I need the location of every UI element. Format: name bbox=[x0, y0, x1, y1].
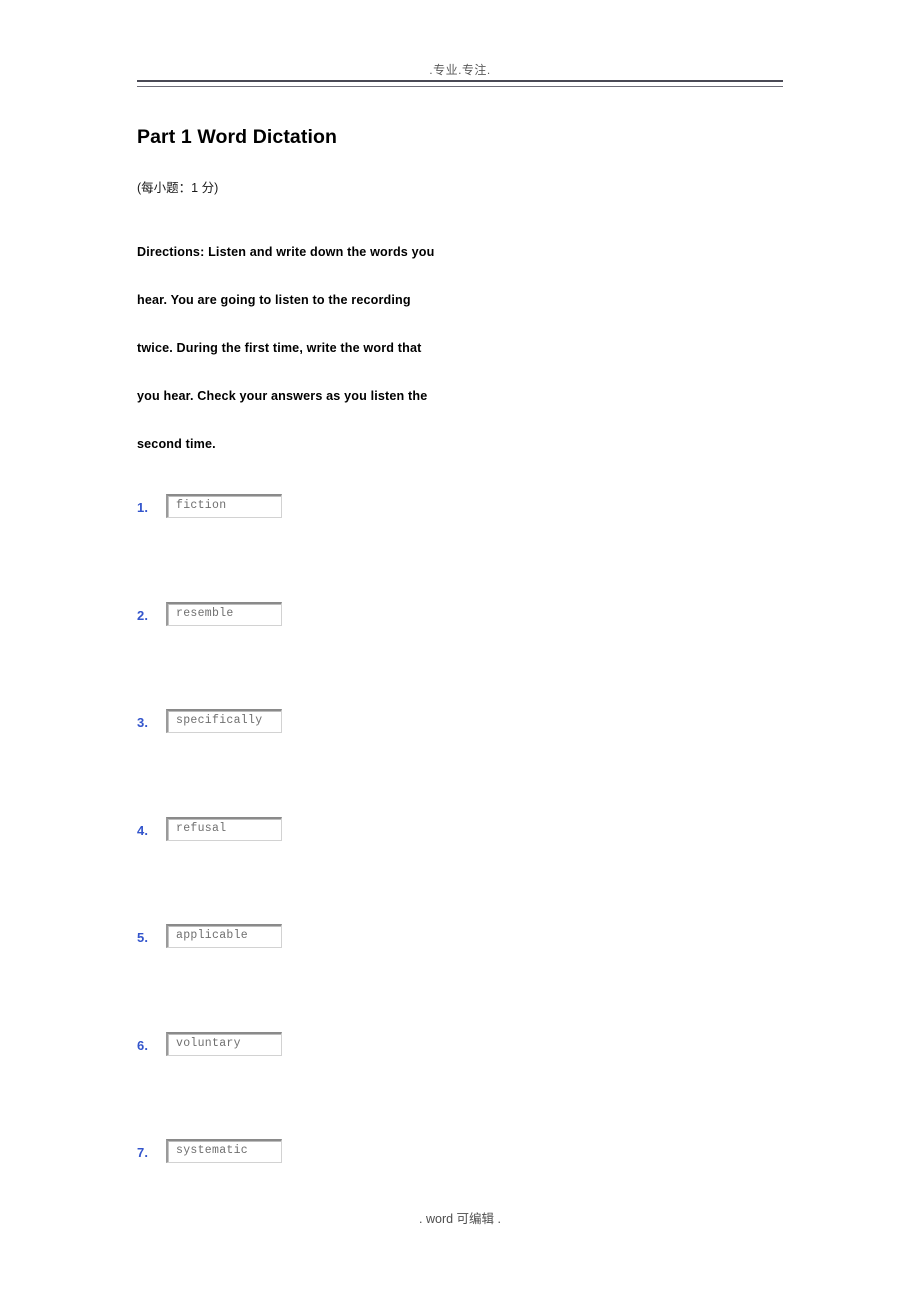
answer-input-value: applicable bbox=[176, 929, 249, 942]
answer-input-value: specifically bbox=[176, 714, 263, 727]
answer-input-6[interactable]: voluntary bbox=[166, 1031, 282, 1056]
header-watermark-text: .专业.专注. bbox=[429, 63, 491, 77]
directions-line: second time. bbox=[137, 437, 216, 451]
answer-input-value: fiction bbox=[176, 499, 227, 512]
question-list: 1. fiction 2. resemble 3. specifically 4… bbox=[137, 494, 637, 1247]
question-item-1: 1. fiction bbox=[137, 494, 637, 602]
question-item-4: 4. refusal bbox=[137, 816, 637, 925]
question-number: 4. bbox=[137, 822, 149, 838]
question-item-7: 7. systematic bbox=[137, 1139, 637, 1247]
answer-input-value: refusal bbox=[176, 821, 227, 835]
answer-input-1[interactable]: fiction bbox=[166, 494, 282, 518]
document-footer: . word 可编辑 . bbox=[419, 1212, 501, 1226]
directions-line: hear. You are going to listen to the rec… bbox=[137, 293, 411, 307]
header-divider-rule bbox=[137, 80, 783, 87]
question-number: 5. bbox=[137, 930, 149, 945]
question-number: 3. bbox=[137, 715, 149, 730]
question-number: 6. bbox=[137, 1037, 149, 1053]
page-title: Part 1 Word Dictation bbox=[137, 126, 338, 148]
directions-paragraph: Directions: Listen and write down the wo… bbox=[137, 228, 557, 468]
answer-input-3[interactable]: specifically bbox=[166, 709, 282, 733]
question-number: 7. bbox=[137, 1145, 149, 1160]
question-item-3: 3. specifically bbox=[137, 709, 637, 817]
directions-line: twice. During the first time, write the … bbox=[137, 341, 422, 355]
question-item-2: 2. resemble bbox=[137, 601, 637, 710]
document-page: .专业.专注. Part 1 Word Dictation (每小题：1 分) … bbox=[0, 0, 920, 1302]
answer-input-value: systematic bbox=[176, 1144, 249, 1157]
answer-input-4[interactable]: refusal bbox=[166, 816, 282, 841]
directions-line: Directions: Listen and write down the wo… bbox=[137, 245, 435, 259]
answer-input-value: voluntary bbox=[176, 1036, 241, 1050]
question-number: 2. bbox=[137, 607, 149, 623]
answer-input-7[interactable]: systematic bbox=[166, 1139, 282, 1163]
answer-input-2[interactable]: resemble bbox=[166, 601, 282, 626]
question-item-6: 6. voluntary bbox=[137, 1031, 637, 1140]
directions-line: you hear. Check your answers as you list… bbox=[137, 389, 428, 403]
answer-input-5[interactable]: applicable bbox=[166, 924, 282, 948]
score-note: (每小题：1 分) bbox=[137, 181, 219, 195]
question-number: 1. bbox=[137, 500, 149, 515]
answer-input-value: resemble bbox=[176, 606, 234, 620]
question-item-5: 5. applicable bbox=[137, 924, 637, 1032]
document-header: .专业.专注. bbox=[137, 62, 783, 87]
